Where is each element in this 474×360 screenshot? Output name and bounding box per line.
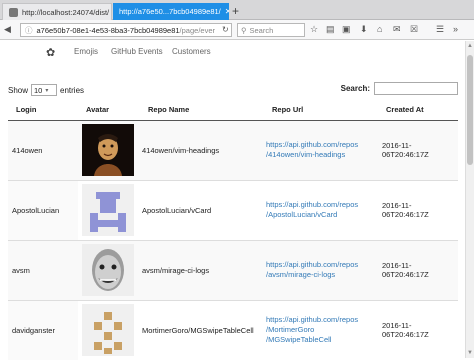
created-at-cell: 2016-11-06T20:46:17Z [378,119,458,180]
home-icon[interactable]: ⌂ [377,24,382,34]
repo-name-cell: MortimerGoro/MGSwipeTableCell [140,299,264,360]
menu-icon[interactable]: ☰ [436,24,444,35]
extension-icon[interactable]: ☒ [410,24,418,35]
browser-tab-active[interactable]: http://a76e50...7bcb04989e81/ ✕ [113,3,229,20]
reload-icon[interactable]: ↻ [222,25,229,34]
search-label: Search: [340,84,370,93]
column-header-repo-name[interactable]: Repo Name [140,100,264,121]
created-at-cell: 2016-11-06T20:46:17Z [378,239,458,300]
column-header-login[interactable]: Login [8,100,78,121]
login-cell: 414owen [8,119,78,180]
repo-url-cell: https://api.github.com/repos /avsm/mirag… [264,239,378,300]
overflow-icon[interactable]: » [453,24,458,34]
avatar-cell [78,119,140,180]
created-at-cell: 2016-11-06T20:46:17Z [378,299,458,360]
page-size-control: Show 10 ▾ entries [8,84,84,96]
repo-url-link[interactable]: /ApostolLucian/vCard [266,210,378,220]
login-cell: davidganster [8,299,78,360]
info-icon: ⓘ [25,25,33,35]
repos-table: Login Avatar Repo Name Repo Url Created … [8,100,458,360]
login-cell: avsm [8,239,78,300]
url-path: /page/ever [179,25,215,35]
page-scrollbar[interactable]: ▲ ▼ [465,41,474,358]
repo-url-link[interactable]: /MGSwipeTableCell [266,335,378,345]
table-row: ApostolLucian ApostolLucian/vCard https:… [8,179,458,240]
repo-url-link[interactable]: /MortimerGoro [266,325,378,335]
app-navbar: ✿ Emojis GitHub Events Customers [0,41,465,63]
table-controls: Show 10 ▾ entries Search: [8,82,458,98]
page-size-value: 10 [34,85,43,95]
avatar [82,304,134,357]
search-icon: ⚲ [241,25,247,35]
star-icon[interactable]: ☆ [310,24,318,35]
show-label: Show [8,85,29,95]
repo-url-link[interactable]: https://api.github.com/repos [266,315,378,325]
close-icon[interactable]: ✕ [225,7,229,16]
repo-url-cell: https://api.github.com/repos /ApostolLuc… [264,179,378,240]
repo-url-link[interactable]: /avsm/mirage-ci-logs [266,270,378,280]
app-logo-icon[interactable]: ✿ [46,46,55,59]
table-row: davidganster MortimerGoro/MGSwipeTableCe… [8,299,458,360]
nav-link-github-events[interactable]: GitHub Events [111,47,163,56]
browser-tab-bar: http://localhost:24074/dist/ ✕ http://a7… [0,0,474,20]
reader-icon[interactable]: ▤ [326,24,335,35]
back-icon[interactable]: ◀ [4,24,11,35]
repo-name-cell: avsm/mirage-ci-logs [140,239,264,300]
search-placeholder: Search [249,25,274,35]
table-row: 414owen 414owen/vim-headings https://api… [8,119,458,180]
repo-url-link[interactable]: https://api.github.com/repos [266,140,378,150]
repo-name-cell: 414owen/vim-headings [140,119,264,180]
column-header-repo-url[interactable]: Repo Url [264,100,378,121]
browser-toolbar: ◀ ⓘ a76e50b7-08e1-4e53-8ba3-7bcb04989e81… [0,20,474,40]
repo-url-cell: https://api.github.com/repos /414owen/vi… [264,119,378,180]
scroll-up-icon[interactable]: ▲ [467,43,473,49]
search-bar[interactable]: ⚲ Search [237,23,305,37]
repo-url-link[interactable]: https://api.github.com/repos [266,260,378,270]
repo-url-link[interactable]: https://api.github.com/repos [266,200,378,210]
avatar-cell [78,239,140,300]
table-row: avsm avsm/mirage-ci-logs https://api.git… [8,239,458,300]
lock-icon[interactable]: ▣ [342,24,351,35]
entries-label: entries [60,85,85,95]
page-icon [9,7,18,17]
avatar [82,184,134,236]
download-icon[interactable]: ⬇ [360,24,368,35]
tab-title: http://a76e50...7bcb04989e81/ [119,7,221,16]
scroll-down-icon[interactable]: ▼ [467,350,473,356]
repo-url-link[interactable]: /414owen/vim-headings [266,150,378,160]
url-host: a76e50b7-08e1-4e53-8ba3-7bcb04989e81 [36,25,180,35]
repo-name-cell: ApostolLucian/vCard [140,179,264,240]
chat-icon[interactable]: ✉ [393,24,401,35]
avatar [82,244,134,296]
avatar [82,124,134,176]
nav-link-customers[interactable]: Customers [172,47,211,56]
browser-tab[interactable]: http://localhost:24074/dist/ ✕ [2,3,112,20]
page-size-select[interactable]: 10 ▾ [31,84,58,96]
repo-url-cell: https://api.github.com/repos /MortimerGo… [264,299,378,360]
avatar-cell [78,299,140,360]
tab-title: http://localhost:24074/dist/ [22,7,110,17]
scrollbar-thumb[interactable] [467,55,473,165]
table-search-input[interactable] [374,82,458,95]
chevron-down-icon: ▾ [45,87,49,94]
login-cell: ApostolLucian [8,179,78,240]
created-at-cell: 2016-11-06T20:46:17Z [378,179,458,240]
table-header-row: Login Avatar Repo Name Repo Url Created … [8,100,458,121]
column-header-created-at[interactable]: Created At [378,100,458,121]
url-bar[interactable]: ⓘ a76e50b7-08e1-4e53-8ba3-7bcb04989e81/p… [20,23,232,37]
new-tab-button[interactable]: + [232,4,239,18]
nav-link-emojis[interactable]: Emojis [74,47,98,56]
column-header-avatar[interactable]: Avatar [78,100,140,121]
table-search: Search: [341,82,458,95]
avatar-cell [78,179,140,240]
